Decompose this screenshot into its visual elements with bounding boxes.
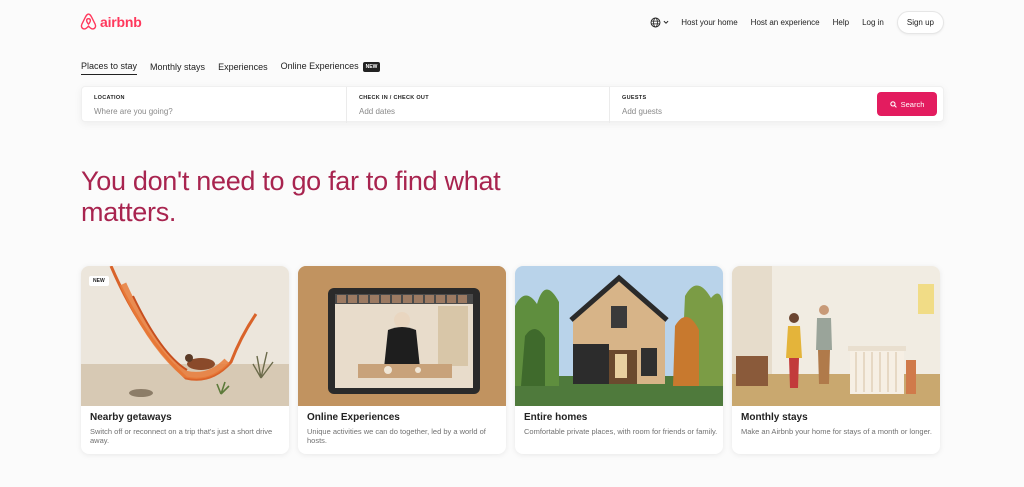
top-header: airbnb Host your home Host an experience… <box>0 0 1024 44</box>
card-new-badge: NEW <box>89 276 109 286</box>
tablet-video-call-illustration <box>298 266 506 406</box>
tab-experiences[interactable]: Experiences <box>218 62 268 75</box>
search-bar: LOCATION CHECK IN / CHECK OUT GUESTS Sea… <box>81 86 944 123</box>
tab-monthly-stays[interactable]: Monthly stays <box>150 62 205 75</box>
host-an-experience-link[interactable]: Host an experience <box>751 18 820 27</box>
card-monthly-stays[interactable]: Monthly stays Make an Airbnb your home f… <box>732 266 940 454</box>
dates-input[interactable] <box>359 107 559 116</box>
language-selector[interactable] <box>650 17 669 28</box>
hammock-illustration <box>81 266 289 406</box>
globe-icon <box>650 17 661 27</box>
card-title: Online Experiences <box>307 412 400 423</box>
category-tabs: Places to stay Monthly stays Experiences… <box>81 60 393 76</box>
online-experiences-image <box>298 266 506 406</box>
sign-up-button[interactable]: Sign up <box>896 10 944 34</box>
location-label: LOCATION <box>94 95 125 101</box>
guests-label: GUESTS <box>622 95 647 101</box>
card-entire-homes[interactable]: Entire homes Comfortable private places,… <box>515 266 723 454</box>
location-input[interactable] <box>94 107 294 116</box>
monthly-stays-image <box>732 266 940 406</box>
card-online-experiences[interactable]: Online Experiences Unique activities we … <box>298 266 506 454</box>
search-icon <box>889 100 897 108</box>
help-link[interactable]: Help <box>833 18 849 27</box>
dates-field[interactable]: CHECK IN / CHECK OUT <box>346 87 609 123</box>
search-button-label: Search <box>900 99 925 109</box>
header-nav: Host your home Host an experience Help L… <box>650 10 944 34</box>
nearby-getaways-image <box>81 266 289 406</box>
hero-title: You don't need to go far to find what ma… <box>81 166 501 227</box>
brand-name: airbnb <box>100 13 142 30</box>
tab-places-to-stay[interactable]: Places to stay <box>81 61 138 75</box>
log-in-link[interactable]: Log in <box>862 18 884 27</box>
cabin-illustration <box>515 266 723 406</box>
card-description: Unique activities we can do together, le… <box>307 427 486 445</box>
airbnb-logo-icon <box>80 13 97 30</box>
search-button[interactable]: Search <box>877 92 937 116</box>
card-title: Monthly stays <box>741 412 808 423</box>
entire-homes-image <box>515 266 723 406</box>
card-nearby-getaways[interactable]: NEW Nearby getaways Switch off or reconn… <box>81 266 289 454</box>
card-description: Switch off or reconnect on a trip that's… <box>90 427 273 445</box>
host-your-home-link[interactable]: Host your home <box>681 18 737 27</box>
card-title: Nearby getaways <box>90 412 172 423</box>
new-badge: NEW <box>362 62 381 72</box>
card-description: Make an Airbnb your home for stays of a … <box>741 427 932 436</box>
tab-online-experiences[interactable]: Online Experiences NEW <box>281 61 381 75</box>
guests-input[interactable] <box>622 107 822 116</box>
location-field[interactable]: LOCATION <box>82 87 346 123</box>
card-title: Entire homes <box>524 412 588 423</box>
guests-field[interactable]: GUESTS <box>609 87 879 123</box>
kitchen-illustration <box>732 266 940 406</box>
dates-label: CHECK IN / CHECK OUT <box>359 95 429 101</box>
airbnb-logo[interactable]: airbnb <box>80 12 142 31</box>
chevron-down-icon <box>663 20 669 24</box>
card-description: Comfortable private places, with room fo… <box>524 427 718 436</box>
tab-online-experiences-label: Online Experiences <box>280 61 359 71</box>
